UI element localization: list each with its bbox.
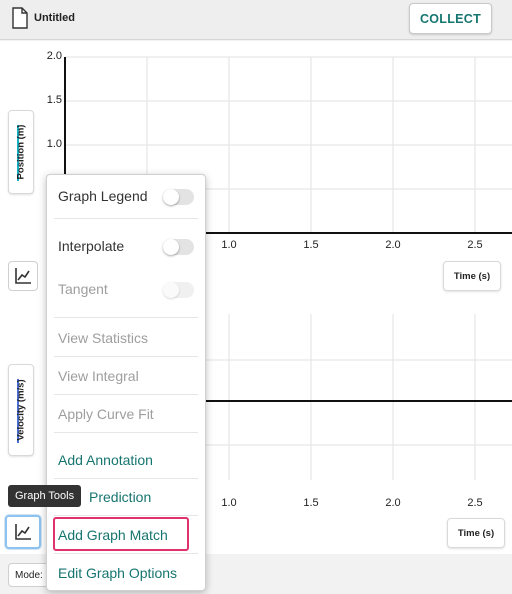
- menu-item-label: Graph Legend: [58, 188, 148, 204]
- graph2-x-tick: 2.5: [467, 497, 483, 509]
- menu-item-view-statistics: View Statistics: [58, 330, 148, 346]
- menu-item-interpolate[interactable]: Interpolate: [47, 227, 205, 265]
- graph1-x-axis-label[interactable]: Time (s): [443, 261, 501, 291]
- graph2-grid: [206, 314, 512, 480]
- menu-item-tangent: Tangent: [47, 270, 205, 308]
- graph1-x-tick: 1.5: [303, 239, 319, 251]
- menu-item-add-annotation[interactable]: Add Annotation: [47, 441, 205, 479]
- menu-item-graph-legend[interactable]: Graph Legend: [47, 177, 205, 215]
- graph1-y-tick: 2.0: [46, 50, 62, 62]
- graph1-y-axis-label[interactable]: Position (m): [8, 110, 34, 194]
- graph1-x-tick: 1.0: [221, 239, 237, 251]
- graph2-tools-button[interactable]: [5, 515, 41, 549]
- graph-tools-tooltip: Graph Tools: [8, 485, 82, 507]
- menu-item-apply-curve-fit: Apply Curve Fit: [58, 406, 154, 422]
- menu-item-edit-graph-options[interactable]: Edit Graph Options: [47, 554, 205, 592]
- menu-item-label: Interpolate: [58, 238, 125, 254]
- graph-tools-icon: [15, 524, 31, 540]
- graph-tools-menu: Graph Legend Interpolate Tangent View St…: [46, 174, 206, 591]
- graph1-y-tick: 1.0: [46, 138, 62, 150]
- menu-item-view-integral: View Integral: [58, 368, 139, 384]
- mode-button[interactable]: Mode:: [8, 563, 50, 587]
- graph1-x-tick: 2.0: [385, 239, 401, 251]
- menu-item-label: Tangent: [58, 281, 108, 297]
- menu-divider: [54, 432, 198, 433]
- graph2-x-tick: 1.0: [221, 497, 237, 509]
- graph2-y-label-text: Velocity (m/s): [15, 379, 27, 441]
- mode-label: Mode:: [15, 569, 43, 581]
- menu-item-add-graph-match[interactable]: Add Graph Match: [47, 516, 205, 554]
- interpolate-toggle[interactable]: [163, 239, 194, 255]
- tangent-toggle: [163, 282, 194, 298]
- graph1-tools-button[interactable]: [8, 261, 38, 291]
- graph2-x-tick: 2.0: [385, 497, 401, 509]
- graph2-x-axis-label[interactable]: Time (s): [447, 518, 505, 548]
- graph1-y-tick: 1.5: [46, 94, 62, 106]
- graph-tools-icon: [15, 268, 31, 284]
- menu-divider: [54, 317, 198, 318]
- graph1-x-tick: 2.5: [467, 239, 483, 251]
- graph2-x-tick: 1.5: [303, 497, 319, 509]
- graph-legend-toggle[interactable]: [163, 189, 194, 205]
- menu-divider: [54, 218, 198, 219]
- graph1-y-label-text: Position (m): [15, 124, 27, 180]
- graph2-y-axis-label[interactable]: Velocity (m/s): [8, 364, 34, 456]
